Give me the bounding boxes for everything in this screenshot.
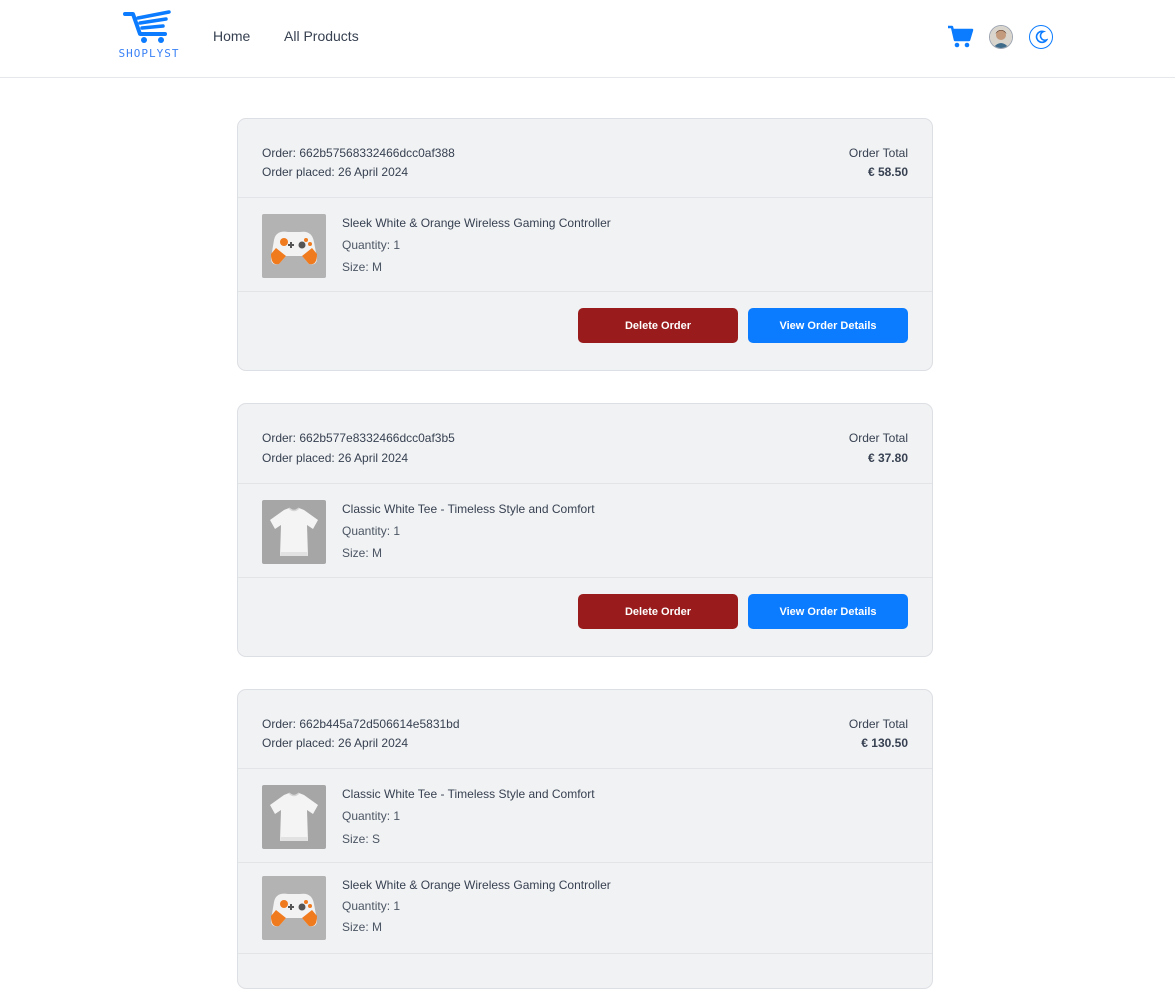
nav-all-products-link[interactable]: All Products (284, 28, 359, 44)
nav-home-link[interactable]: Home (213, 28, 250, 44)
brand-name: SHOPLYST (118, 47, 180, 60)
product-name[interactable]: Sleek White & Orange Wireless Gaming Con… (342, 216, 611, 230)
product-image-controller[interactable] (262, 214, 326, 278)
delete-order-button[interactable]: Delete Order (578, 308, 738, 343)
order-item: Classic White Tee - Timeless Style and C… (238, 769, 932, 863)
view-order-details-button[interactable]: View Order Details (748, 308, 908, 343)
order-actions: Delete Order View Order Details (238, 578, 932, 656)
order-date: Order placed: 26 April 2024 (262, 451, 409, 465)
product-quantity: Quantity: 1 (342, 238, 401, 252)
product-quantity: Quantity: 1 (342, 809, 401, 823)
order-item: Classic White Tee - Timeless Style and C… (238, 484, 932, 578)
delete-order-button[interactable]: Delete Order (578, 594, 738, 629)
order-date: Order placed: 26 April 2024 (262, 736, 409, 750)
product-size: Size: M (342, 260, 383, 274)
cart-logo-icon (123, 10, 171, 43)
order-date: Order placed: 26 April 2024 (262, 165, 409, 179)
order-total-value: € 58.50 (867, 165, 908, 179)
order-card: Order: 662b445a72d506614e5831bd Order pl… (237, 689, 933, 989)
product-name[interactable]: Classic White Tee - Timeless Style and C… (342, 787, 595, 801)
order-total-label: Order Total (848, 717, 908, 731)
user-avatar[interactable] (989, 25, 1013, 49)
top-navbar: SHOPLYST Home All Products (0, 0, 1175, 78)
order-header: Order: 662b57568332466dcc0af388 Order pl… (238, 119, 932, 198)
product-image-controller[interactable] (262, 876, 326, 940)
product-size: Size: M (342, 546, 383, 560)
order-total-value: € 130.50 (861, 736, 908, 750)
order-header: Order: 662b577e8332466dcc0af3b5 Order pl… (238, 404, 932, 484)
order-id: Order: 662b57568332466dcc0af388 (262, 146, 455, 160)
view-order-details-button[interactable]: View Order Details (748, 594, 908, 629)
product-image-tshirt[interactable] (262, 500, 326, 564)
order-id: Order: 662b445a72d506614e5831bd (262, 717, 460, 731)
order-item: Sleek White & Orange Wireless Gaming Con… (238, 198, 932, 292)
product-size: Size: S (342, 832, 381, 846)
order-header: Order: 662b445a72d506614e5831bd Order pl… (238, 690, 932, 769)
order-actions: Delete Order View Order Details (238, 292, 932, 370)
product-size: Size: M (342, 920, 383, 934)
order-total-value: € 37.80 (867, 451, 908, 465)
order-id: Order: 662b577e8332466dcc0af3b5 (262, 431, 455, 445)
order-card: Order: 662b57568332466dcc0af388 Order pl… (237, 118, 933, 371)
product-image-tshirt[interactable] (262, 785, 326, 849)
product-name[interactable]: Classic White Tee - Timeless Style and C… (342, 502, 595, 516)
product-name[interactable]: Sleek White & Orange Wireless Gaming Con… (342, 878, 611, 892)
product-quantity: Quantity: 1 (342, 524, 401, 538)
order-card: Order: 662b577e8332466dcc0af3b5 Order pl… (237, 403, 933, 657)
order-total-label: Order Total (848, 431, 908, 445)
order-item: Sleek White & Orange Wireless Gaming Con… (238, 863, 932, 954)
brand-logo[interactable]: SHOPLYST (116, 9, 182, 65)
product-quantity: Quantity: 1 (342, 899, 401, 913)
moon-icon[interactable] (1029, 25, 1053, 49)
order-total-label: Order Total (848, 146, 908, 160)
cart-icon[interactable] (947, 24, 975, 50)
